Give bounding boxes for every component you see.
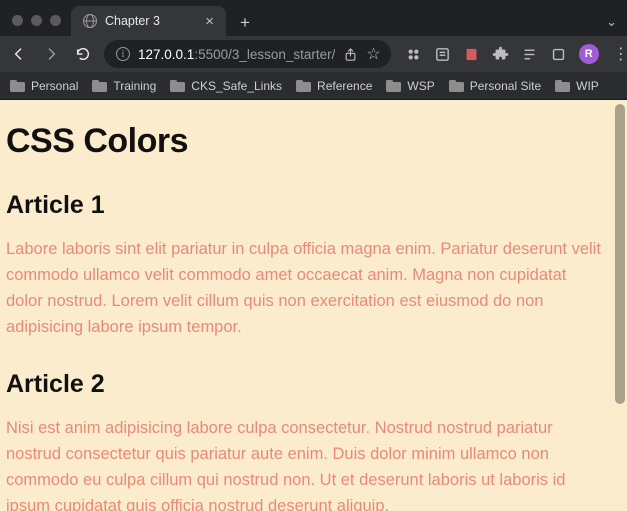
page-title: CSS Colors (6, 122, 619, 161)
article-heading: Article 2 (6, 370, 619, 399)
article-body: Nisi est anim adipisicing labore culpa c… (6, 415, 601, 511)
reading-list-icon[interactable] (521, 46, 538, 63)
url-host: 127.0.0.1 (138, 47, 194, 62)
url-text: 127.0.0.1:5500/3_lesson_starter/ (138, 47, 335, 62)
extensions-puzzle-icon[interactable] (492, 46, 509, 63)
browser-tab[interactable]: Chapter 3 × (71, 6, 226, 36)
extension-icon[interactable] (550, 46, 567, 63)
url-path: :5500/3_lesson_starter/ (194, 47, 335, 62)
globe-icon (83, 14, 97, 28)
article-body: Labore laboris sint elit pariatur in cul… (6, 236, 601, 340)
avatar-initial: R (585, 48, 593, 60)
scrollbar-thumb[interactable] (615, 104, 625, 404)
bookmark-label: Personal Site (470, 79, 541, 93)
toolbar: i 127.0.0.1:5500/3_lesson_starter/ ☆ R ⋮ (0, 36, 627, 72)
window-zoom-dot[interactable] (50, 15, 61, 26)
extension-icon[interactable] (434, 46, 451, 63)
article-heading: Article 1 (6, 191, 619, 220)
address-bar[interactable]: i 127.0.0.1:5500/3_lesson_starter/ ☆ (104, 40, 391, 68)
folder-icon (170, 80, 185, 92)
back-button[interactable] (8, 43, 30, 65)
page-viewport: CSS Colors Article 1 Labore laboris sint… (0, 100, 627, 511)
bookmark-folder[interactable]: WSP (386, 79, 434, 93)
bookmark-folder[interactable]: CKS_Safe_Links (170, 79, 282, 93)
bookmark-folder[interactable]: Training (92, 79, 156, 93)
extension-icon[interactable] (405, 46, 422, 63)
window-controls (8, 15, 71, 36)
bookmark-label: WSP (407, 79, 434, 93)
window-close-dot[interactable] (12, 15, 23, 26)
window-minimize-dot[interactable] (31, 15, 42, 26)
extension-icons: R ⋮ (401, 44, 627, 64)
close-icon[interactable]: × (203, 14, 216, 29)
bookmark-folder[interactable]: Reference (296, 79, 372, 93)
page-content: CSS Colors Article 1 Labore laboris sint… (0, 100, 627, 511)
folder-icon (92, 80, 107, 92)
bookmark-folder[interactable]: Personal Site (449, 79, 541, 93)
tab-title: Chapter 3 (105, 14, 195, 28)
forward-button[interactable] (40, 43, 62, 65)
folder-icon (555, 80, 570, 92)
folder-icon (386, 80, 401, 92)
bookmark-label: Personal (31, 79, 78, 93)
profile-avatar[interactable]: R (579, 44, 599, 64)
bookmark-label: Reference (317, 79, 372, 93)
bookmark-label: WIP (576, 79, 599, 93)
extension-icon[interactable] (463, 46, 480, 63)
bookmark-label: CKS_Safe_Links (191, 79, 282, 93)
share-icon[interactable] (343, 47, 358, 62)
folder-icon (296, 80, 311, 92)
reload-button[interactable] (72, 43, 94, 65)
folder-icon (449, 80, 464, 92)
bookmark-label: Training (113, 79, 156, 93)
tab-strip: Chapter 3 × + ⌄ (0, 0, 627, 36)
bookmark-folder[interactable]: WIP (555, 79, 599, 93)
bookmarks-bar: Personal Training CKS_Safe_Links Referen… (0, 72, 627, 100)
folder-icon (10, 80, 25, 92)
bookmark-star-icon[interactable]: ☆ (366, 44, 380, 64)
vertical-scrollbar[interactable] (613, 100, 627, 511)
tab-overflow-icon[interactable]: ⌄ (606, 14, 617, 30)
browser-menu-icon[interactable]: ⋮ (611, 44, 627, 64)
browser-chrome: Chapter 3 × + ⌄ i 127.0.0.1:5500/3_lesso… (0, 0, 627, 100)
site-info-icon[interactable]: i (116, 47, 130, 61)
new-tab-button[interactable]: + (232, 10, 258, 36)
bookmark-folder[interactable]: Personal (10, 79, 78, 93)
